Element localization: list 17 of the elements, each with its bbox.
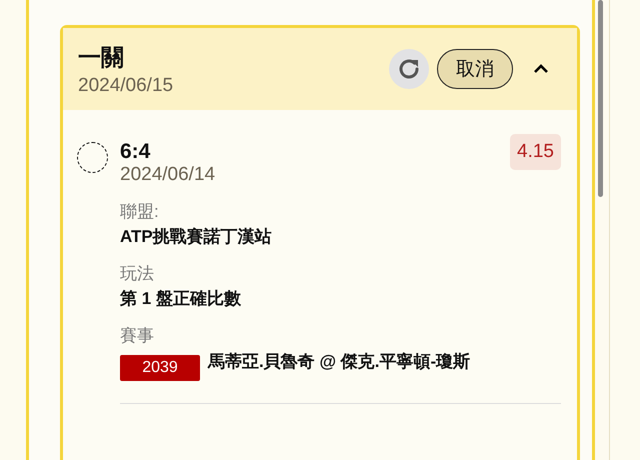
parlay-title: 一關 (78, 42, 125, 72)
select-circle[interactable] (77, 142, 108, 173)
scrollbar[interactable] (598, 0, 603, 197)
event-code: 2039 (120, 355, 200, 381)
bet-date: 2024/06/14 (120, 164, 216, 186)
odds-badge: 4.15 (510, 134, 561, 170)
field-value: 第 1 盤正確比數 (120, 288, 242, 310)
field-label: 聯盟: (120, 201, 160, 223)
chevron-icon (533, 64, 549, 74)
cancel-button[interactable]: 取消 (437, 49, 513, 89)
parlay-date: 2024/06/15 (78, 74, 174, 96)
field-label: 玩法 (120, 263, 155, 285)
field-value: ATP挑戰賽諾丁漢站 (120, 226, 273, 248)
field-label: 賽事 (120, 325, 155, 347)
refresh-button[interactable] (389, 49, 429, 89)
bet-pick: 6:4 (120, 140, 152, 164)
event-name: 馬蒂亞.貝魯奇 @ 傑克.平寧頓-瓊斯 (208, 351, 472, 372)
